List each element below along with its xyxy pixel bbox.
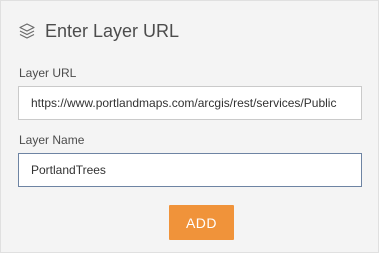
layers-icon — [18, 22, 36, 40]
add-button[interactable]: ADD — [169, 205, 234, 240]
layer-url-label: Layer URL — [19, 66, 77, 80]
panel-header: Enter Layer URL — [18, 19, 179, 43]
layer-url-input[interactable] — [18, 86, 362, 120]
add-layer-panel: Enter Layer URL Layer URL Layer Name ADD — [0, 0, 379, 253]
layer-name-input[interactable] — [18, 153, 362, 187]
layer-name-label: Layer Name — [19, 133, 85, 147]
panel-title: Enter Layer URL — [45, 20, 180, 41]
